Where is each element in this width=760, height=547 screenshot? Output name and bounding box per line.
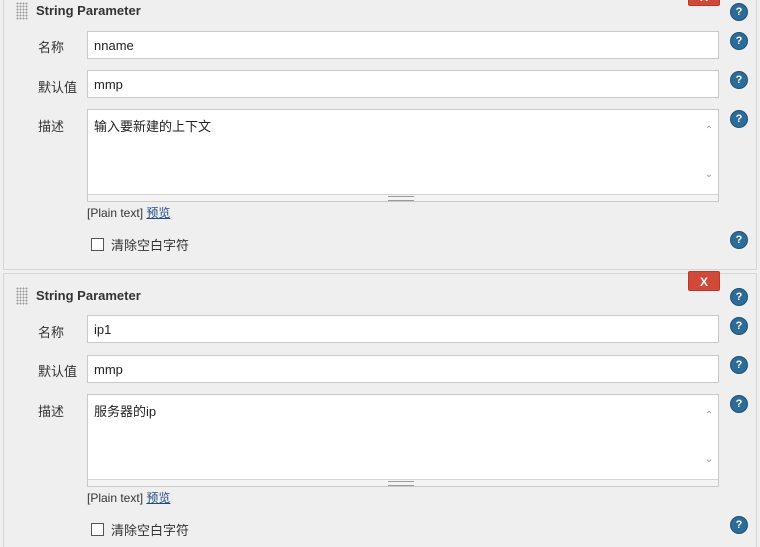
- drag-grip-icon[interactable]: [16, 287, 28, 305]
- help-icon[interactable]: ?: [730, 317, 748, 335]
- drag-grip-icon[interactable]: [16, 2, 28, 20]
- default-value-input[interactable]: [87, 355, 719, 383]
- trim-label: 清除空白字符: [111, 238, 190, 253]
- resize-grip-icon: [388, 481, 414, 486]
- name-label: 名称: [38, 40, 65, 55]
- chevron-up-icon[interactable]: ⌃: [704, 126, 714, 136]
- help-icon[interactable]: ?: [730, 3, 748, 21]
- string-parameter-block-1: String Parameter X 名称 默认值 描述 输入要新建的上下文 ⌃…: [3, 0, 757, 270]
- block-title: String Parameter: [36, 288, 141, 303]
- chevron-down-icon[interactable]: ⌄: [704, 455, 714, 465]
- trim-option[interactable]: 清除空白字符: [91, 235, 189, 254]
- description-textarea[interactable]: 服务器的ip: [88, 395, 698, 479]
- help-icon[interactable]: ?: [730, 356, 748, 374]
- chevron-down-icon[interactable]: ⌄: [704, 170, 714, 180]
- format-info: [Plain text] 预览: [87, 489, 170, 506]
- trim-label: 清除空白字符: [111, 523, 190, 538]
- help-icon[interactable]: ?: [730, 395, 748, 413]
- plain-text-label: [Plain text]: [87, 206, 144, 220]
- description-textarea-wrap: 服务器的ip ⌃ ⌄: [87, 394, 719, 487]
- default-value-input[interactable]: [87, 70, 719, 98]
- plain-text-label: [Plain text]: [87, 491, 144, 505]
- delete-parameter-button[interactable]: X: [688, 0, 720, 6]
- help-icon[interactable]: ?: [730, 110, 748, 128]
- trim-checkbox[interactable]: [91, 523, 104, 536]
- help-icon[interactable]: ?: [730, 516, 748, 534]
- help-icon[interactable]: ?: [730, 288, 748, 306]
- format-info: [Plain text] 预览: [87, 204, 170, 221]
- name-label: 名称: [38, 325, 65, 340]
- default-value-label: 默认值: [38, 80, 78, 95]
- trim-checkbox[interactable]: [91, 238, 104, 251]
- help-icon[interactable]: ?: [730, 71, 748, 89]
- preview-link[interactable]: 预览: [146, 206, 170, 220]
- preview-link[interactable]: 预览: [146, 491, 170, 505]
- description-textarea[interactable]: 输入要新建的上下文: [88, 110, 698, 194]
- block-title: String Parameter: [36, 3, 141, 18]
- resize-grip-icon: [388, 196, 414, 201]
- textarea-resize-handle[interactable]: [88, 194, 718, 201]
- description-label: 描述: [38, 119, 65, 134]
- chevron-up-icon[interactable]: ⌃: [704, 411, 714, 421]
- default-value-label: 默认值: [38, 364, 78, 379]
- description-label: 描述: [38, 404, 65, 419]
- name-input[interactable]: [87, 31, 719, 59]
- string-parameter-block-2: String Parameter X 名称 默认值 描述 服务器的ip ⌃ ⌄ …: [3, 271, 757, 547]
- trim-option[interactable]: 清除空白字符: [91, 520, 189, 539]
- delete-parameter-button[interactable]: X: [688, 271, 720, 291]
- help-icon[interactable]: ?: [730, 32, 748, 50]
- help-icon[interactable]: ?: [730, 231, 748, 249]
- name-input[interactable]: [87, 315, 719, 343]
- textarea-resize-handle[interactable]: [88, 479, 718, 486]
- description-textarea-wrap: 输入要新建的上下文 ⌃ ⌄: [87, 109, 719, 202]
